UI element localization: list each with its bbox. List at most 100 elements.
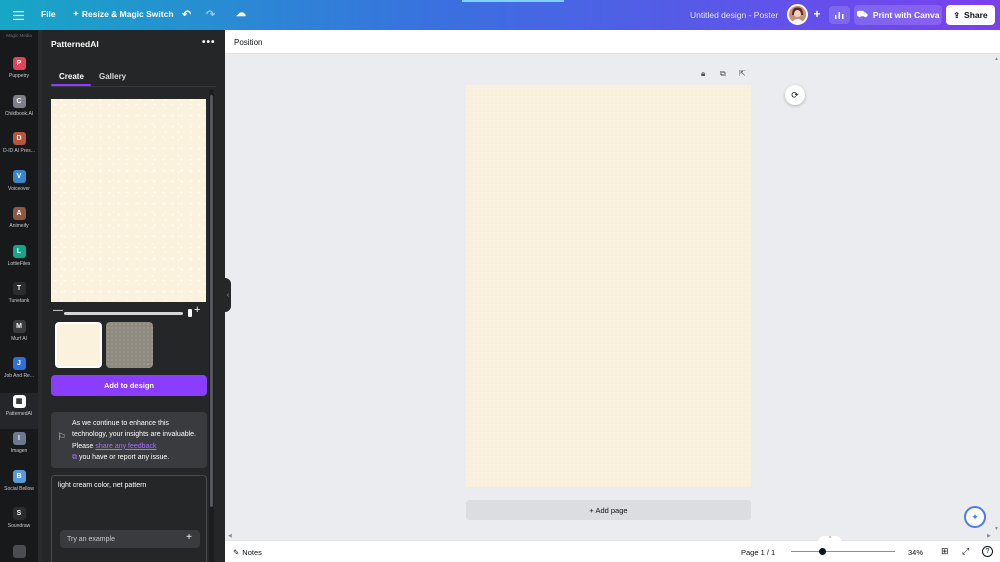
try-example-label: Try an example bbox=[67, 536, 115, 543]
zoom-slider-track[interactable] bbox=[791, 551, 895, 552]
collapse-panel-handle[interactable]: ‹ bbox=[225, 278, 231, 312]
pattern-thumbnail-gray[interactable] bbox=[106, 322, 153, 368]
undo-icon[interactable]: ↶ bbox=[182, 8, 191, 21]
menu-icon[interactable] bbox=[10, 9, 26, 21]
zoom-out-icon[interactable]: — bbox=[53, 305, 63, 316]
plus-icon: + bbox=[186, 532, 192, 543]
design-page[interactable] bbox=[466, 85, 751, 487]
file-menu[interactable]: File bbox=[41, 9, 56, 19]
app-icon: A bbox=[12, 207, 26, 220]
app-label: PatternedAI bbox=[5, 410, 33, 417]
share-icon: ⇪ bbox=[953, 10, 961, 20]
notes-icon: ✎ bbox=[233, 548, 240, 557]
app-label: Puppetry bbox=[8, 73, 29, 79]
notes-button[interactable]: ✎ Notes bbox=[233, 548, 262, 557]
panel-title: PatternedAI bbox=[51, 39, 99, 49]
scroll-up-icon[interactable]: ▲ bbox=[994, 56, 999, 62]
rail-app-job-and-re[interactable]: J Job And Re... bbox=[0, 355, 38, 391]
app-icon: C bbox=[12, 94, 26, 108]
app-icon: ▦ bbox=[12, 394, 26, 408]
print-with-canva-button[interactable]: ⛟ Print with Canva bbox=[854, 5, 942, 25]
rail-app-d-id-ai-pres[interactable]: D D-ID AI Pres... bbox=[0, 130, 38, 166]
add-page-icon[interactable]: ⇱ bbox=[739, 69, 746, 78]
flag-icon: ⚐ bbox=[57, 432, 66, 443]
share-button[interactable]: ⇪ Share bbox=[946, 5, 995, 25]
zoom-slider-handle[interactable] bbox=[819, 548, 827, 555]
prompt-textarea[interactable]: light cream color, net pattern Try an ex… bbox=[51, 475, 207, 562]
active-tab-indicator bbox=[51, 84, 91, 86]
top-bar: File ✦ Resize & Magic Switch ↶ ↷ ☁ Untit… bbox=[0, 0, 1000, 30]
rail-app-voiceover[interactable]: V Voiceover bbox=[0, 168, 38, 204]
rail-app-patternedai[interactable]: ▦ PatternedAI bbox=[0, 392, 38, 429]
show-pages-chevron-icon[interactable]: ⌃ bbox=[818, 536, 842, 542]
rail-top-label: Magic Media bbox=[6, 33, 32, 38]
preview-zoom-handle[interactable] bbox=[188, 309, 192, 317]
share-label: Share bbox=[964, 10, 988, 20]
rail-app-childbook-ai[interactable]: C Childbook.AI bbox=[0, 93, 38, 129]
app-label: Murf AI bbox=[11, 335, 27, 342]
tab-create[interactable]: Create bbox=[59, 72, 84, 81]
scroll-left-icon[interactable]: ◀ bbox=[228, 533, 232, 539]
rail-app-lottiefiles[interactable]: L LottieFiles bbox=[0, 243, 38, 279]
app-icon: V bbox=[12, 169, 26, 183]
insights-icon[interactable] bbox=[829, 6, 850, 24]
bottom-bar: ⌃ ✎ Notes Page 1 / 1 34% ⊞ ⤢ ? bbox=[225, 536, 1000, 562]
rail-app-animeify[interactable]: A Animeify bbox=[0, 205, 38, 241]
app-label: Soundraw bbox=[7, 523, 31, 529]
zoom-percentage[interactable]: 34% bbox=[908, 548, 923, 557]
preview-zoom-slider[interactable] bbox=[64, 312, 183, 315]
more-options-icon[interactable]: ••• bbox=[202, 37, 216, 48]
feedback-text-after: you have or report any issue. bbox=[77, 453, 170, 461]
tab-divider bbox=[51, 86, 216, 87]
pattern-thumbnail-cream[interactable] bbox=[55, 322, 102, 368]
tab-gallery[interactable]: Gallery bbox=[99, 72, 126, 81]
refresh-icon[interactable]: ⟳ bbox=[785, 85, 805, 105]
lock-icon[interactable]: 🔒︎ bbox=[701, 69, 705, 79]
resize-magic-switch-button[interactable]: ✦ Resize & Magic Switch bbox=[73, 9, 174, 19]
share-feedback-link[interactable]: share any feedback bbox=[95, 443, 156, 450]
pattern-preview[interactable] bbox=[51, 99, 206, 302]
page-indicator[interactable]: Page 1 / 1 bbox=[741, 548, 775, 557]
app-icon: P bbox=[12, 57, 26, 70]
fullscreen-icon[interactable]: ⤢ bbox=[962, 546, 969, 557]
rail-app-puppetry[interactable]: P Puppetry bbox=[0, 55, 38, 91]
resize-label: Resize & Magic Switch bbox=[81, 9, 174, 19]
rail-app-tunetank[interactable]: T Tunetank bbox=[0, 280, 38, 316]
scroll-right-icon[interactable]: ▶ bbox=[987, 533, 991, 539]
app-label: Childbook.AI bbox=[4, 110, 34, 117]
rail-app-more[interactable] bbox=[0, 543, 38, 562]
app-icon: T bbox=[12, 282, 26, 295]
redo-icon[interactable]: ↷ bbox=[206, 8, 215, 21]
loading-indicator bbox=[462, 0, 564, 2]
rail-app-imagen[interactable]: I Imagen bbox=[0, 430, 38, 466]
app-icon: S bbox=[12, 507, 26, 520]
position-button[interactable]: Position bbox=[234, 38, 262, 47]
avatar[interactable] bbox=[787, 4, 808, 25]
patternedai-panel: PatternedAI ••• Create Gallery — + Add t… bbox=[42, 30, 225, 562]
feedback-text: As we continue to enhance this technolog… bbox=[72, 418, 205, 463]
cloud-saved-icon[interactable]: ☁ bbox=[236, 8, 246, 19]
magic-assistant-icon[interactable]: ✦ bbox=[964, 506, 986, 528]
app-label: D-ID AI Pres... bbox=[3, 148, 35, 154]
app-label: LottieFiles bbox=[7, 260, 31, 267]
zoom-in-icon[interactable]: + bbox=[194, 304, 200, 316]
try-example-button[interactable]: Try an example + bbox=[60, 530, 200, 548]
apps-rail: Magic Media P Puppetry C Childbook.AI D D-ID … bbox=[0, 30, 38, 562]
design-title[interactable]: Untitled design - Poster bbox=[690, 10, 778, 20]
panel-scrollbar-thumb[interactable] bbox=[210, 95, 213, 507]
app-label: Voiceover bbox=[8, 185, 30, 192]
duplicate-page-icon[interactable]: ⧉ bbox=[720, 69, 726, 79]
truck-icon: ⛟ bbox=[856, 9, 868, 19]
add-page-button[interactable]: + Add page bbox=[466, 500, 751, 520]
grid-view-icon[interactable]: ⊞ bbox=[941, 546, 949, 557]
context-toolbar: Position bbox=[225, 30, 1000, 54]
help-icon[interactable]: ? bbox=[982, 546, 993, 557]
add-to-design-button[interactable]: Add to design bbox=[51, 375, 207, 396]
add-collaborator-icon[interactable]: + bbox=[809, 6, 825, 22]
app-icon: M bbox=[12, 319, 26, 333]
app-label: Tunetank bbox=[8, 298, 30, 304]
scroll-down-icon[interactable]: ▼ bbox=[994, 526, 999, 532]
rail-app-social-bellow[interactable]: B Social Bellow bbox=[0, 468, 38, 504]
rail-app-murf-ai[interactable]: M Murf AI bbox=[0, 318, 38, 354]
rail-app-soundraw[interactable]: S Soundraw bbox=[0, 505, 38, 541]
